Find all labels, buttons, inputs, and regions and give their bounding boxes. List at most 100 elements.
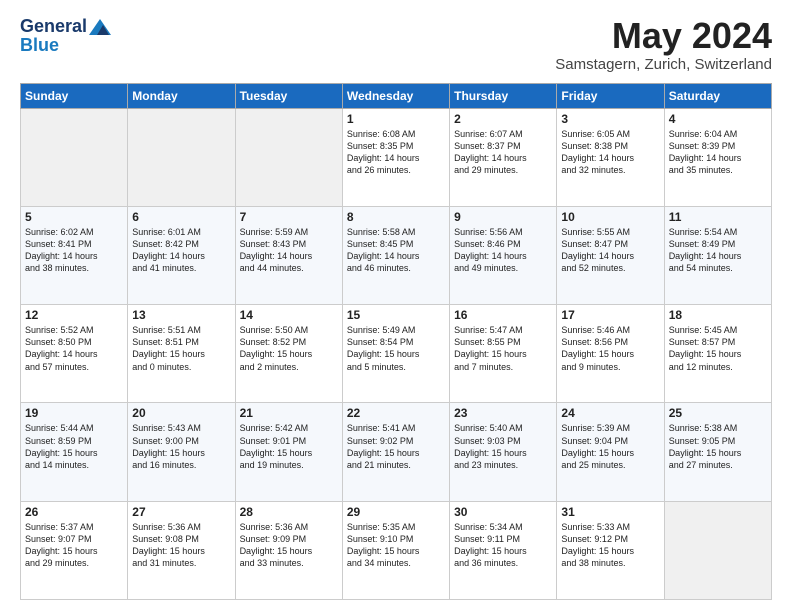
day-number: 8 [347,210,445,224]
calendar-cell [21,108,128,206]
day-info: Sunrise: 5:58 AM Sunset: 8:45 PM Dayligh… [347,226,445,275]
weekday-header-friday: Friday [557,83,664,108]
day-number: 17 [561,308,659,322]
day-number: 1 [347,112,445,126]
weekday-header-sunday: Sunday [21,83,128,108]
calendar-cell: 15 Sunrise: 5:49 AM Sunset: 8:54 PM Dayli… [342,305,449,403]
day-info: Sunrise: 5:42 AM Sunset: 9:01 PM Dayligh… [240,422,338,471]
day-info: Sunrise: 5:36 AM Sunset: 9:09 PM Dayligh… [240,521,338,570]
day-info: Sunrise: 5:39 AM Sunset: 9:04 PM Dayligh… [561,422,659,471]
calendar-cell: 29 Sunrise: 5:35 AM Sunset: 9:10 PM Dayli… [342,501,449,599]
day-number: 19 [25,406,123,420]
calendar-cell: 11 Sunrise: 5:54 AM Sunset: 8:49 PM Dayli… [664,206,771,304]
calendar-cell: 31Sunrise: 5:33 AM Sunset: 9:12 PM Dayli… [557,501,664,599]
calendar-cell: 24 Sunrise: 5:39 AM Sunset: 9:04 PM Dayli… [557,403,664,501]
calendar-cell: 6 Sunrise: 6:01 AM Sunset: 8:42 PM Daylig… [128,206,235,304]
calendar-cell [664,501,771,599]
calendar-cell: 1 Sunrise: 6:08 AM Sunset: 8:35 PM Daylig… [342,108,449,206]
day-number: 21 [240,406,338,420]
day-number: 27 [132,505,230,519]
day-number: 24 [561,406,659,420]
calendar-cell: 28 Sunrise: 5:36 AM Sunset: 9:09 PM Dayli… [235,501,342,599]
day-info: Sunrise: 5:54 AM Sunset: 8:49 PM Dayligh… [669,226,767,275]
day-info: Sunrise: 6:07 AM Sunset: 8:37 PM Dayligh… [454,128,552,177]
calendar-cell: 14Sunrise: 5:50 AM Sunset: 8:52 PM Dayli… [235,305,342,403]
calendar-cell: 10 Sunrise: 5:55 AM Sunset: 8:47 PM Dayli… [557,206,664,304]
day-number: 25 [669,406,767,420]
calendar-cell: 3Sunrise: 6:05 AM Sunset: 8:38 PM Daylig… [557,108,664,206]
day-number: 15 [347,308,445,322]
day-number: 23 [454,406,552,420]
weekday-header-monday: Monday [128,83,235,108]
day-number: 22 [347,406,445,420]
week-row-2: 5Sunrise: 6:02 AM Sunset: 8:41 PM Daylig… [21,206,772,304]
location: Samstagern, Zurich, Switzerland [555,56,772,73]
day-info: Sunrise: 5:51 AM Sunset: 8:51 PM Dayligh… [132,324,230,373]
day-info: Sunrise: 6:08 AM Sunset: 8:35 PM Dayligh… [347,128,445,177]
day-number: 30 [454,505,552,519]
logo-blue: Blue [20,35,59,56]
calendar-cell: 17 Sunrise: 5:46 AM Sunset: 8:56 PM Dayli… [557,305,664,403]
calendar-cell: 7 Sunrise: 5:59 AM Sunset: 8:43 PM Daylig… [235,206,342,304]
day-info: Sunrise: 5:47 AM Sunset: 8:55 PM Dayligh… [454,324,552,373]
calendar-table: SundayMondayTuesdayWednesdayThursdayFrid… [20,83,772,600]
day-number: 12 [25,308,123,322]
day-number: 7 [240,210,338,224]
day-info: Sunrise: 5:44 AM Sunset: 8:59 PM Dayligh… [25,422,123,471]
day-number: 6 [132,210,230,224]
day-info: Sunrise: 6:01 AM Sunset: 8:42 PM Dayligh… [132,226,230,275]
day-number: 29 [347,505,445,519]
day-info: Sunrise: 5:50 AM Sunset: 8:52 PM Dayligh… [240,324,338,373]
week-row-1: 1 Sunrise: 6:08 AM Sunset: 8:35 PM Daylig… [21,108,772,206]
day-number: 2 [454,112,552,126]
calendar-cell: 8 Sunrise: 5:58 AM Sunset: 8:45 PM Daylig… [342,206,449,304]
day-info: Sunrise: 5:52 AM Sunset: 8:50 PM Dayligh… [25,324,123,373]
day-number: 11 [669,210,767,224]
calendar-cell [235,108,342,206]
title-block: May 2024 Samstagern, Zurich, Switzerland [555,16,772,73]
weekday-header-saturday: Saturday [664,83,771,108]
calendar-cell: 16 Sunrise: 5:47 AM Sunset: 8:55 PM Dayli… [450,305,557,403]
page: General Blue May 2024 Samstagern, Zurich… [0,0,792,612]
calendar-cell: 21 Sunrise: 5:42 AM Sunset: 9:01 PM Dayli… [235,403,342,501]
day-number: 28 [240,505,338,519]
calendar-cell: 30 Sunrise: 5:34 AM Sunset: 9:11 PM Dayli… [450,501,557,599]
calendar-cell: 27 Sunrise: 5:36 AM Sunset: 9:08 PM Dayli… [128,501,235,599]
calendar-cell [128,108,235,206]
day-info: Sunrise: 6:02 AM Sunset: 8:41 PM Dayligh… [25,226,123,275]
day-info: Sunrise: 6:04 AM Sunset: 8:39 PM Dayligh… [669,128,767,177]
calendar-cell: 13Sunrise: 5:51 AM Sunset: 8:51 PM Dayli… [128,305,235,403]
week-row-3: 12 Sunrise: 5:52 AM Sunset: 8:50 PM Dayli… [21,305,772,403]
day-number: 9 [454,210,552,224]
logo: General Blue [20,16,111,56]
day-info: Sunrise: 5:46 AM Sunset: 8:56 PM Dayligh… [561,324,659,373]
day-info: Sunrise: 6:05 AM Sunset: 8:38 PM Dayligh… [561,128,659,177]
day-number: 18 [669,308,767,322]
calendar-cell: 2 Sunrise: 6:07 AM Sunset: 8:37 PM Daylig… [450,108,557,206]
day-info: Sunrise: 5:59 AM Sunset: 8:43 PM Dayligh… [240,226,338,275]
day-info: Sunrise: 5:45 AM Sunset: 8:57 PM Dayligh… [669,324,767,373]
day-info: Sunrise: 5:38 AM Sunset: 9:05 PM Dayligh… [669,422,767,471]
calendar-cell: 25 Sunrise: 5:38 AM Sunset: 9:05 PM Dayli… [664,403,771,501]
day-info: Sunrise: 5:36 AM Sunset: 9:08 PM Dayligh… [132,521,230,570]
day-number: 4 [669,112,767,126]
logo-icon [89,19,111,35]
day-info: Sunrise: 5:55 AM Sunset: 8:47 PM Dayligh… [561,226,659,275]
calendar-cell: 20Sunrise: 5:43 AM Sunset: 9:00 PM Dayli… [128,403,235,501]
calendar-cell: 26Sunrise: 5:37 AM Sunset: 9:07 PM Dayli… [21,501,128,599]
weekday-header-row: SundayMondayTuesdayWednesdayThursdayFrid… [21,83,772,108]
weekday-header-tuesday: Tuesday [235,83,342,108]
day-info: Sunrise: 5:34 AM Sunset: 9:11 PM Dayligh… [454,521,552,570]
calendar-cell: 19 Sunrise: 5:44 AM Sunset: 8:59 PM Dayli… [21,403,128,501]
week-row-4: 19 Sunrise: 5:44 AM Sunset: 8:59 PM Dayli… [21,403,772,501]
day-info: Sunrise: 5:37 AM Sunset: 9:07 PM Dayligh… [25,521,123,570]
day-info: Sunrise: 5:35 AM Sunset: 9:10 PM Dayligh… [347,521,445,570]
week-row-5: 26Sunrise: 5:37 AM Sunset: 9:07 PM Dayli… [21,501,772,599]
day-number: 16 [454,308,552,322]
day-number: 10 [561,210,659,224]
day-info: Sunrise: 5:49 AM Sunset: 8:54 PM Dayligh… [347,324,445,373]
calendar-cell: 9Sunrise: 5:56 AM Sunset: 8:46 PM Daylig… [450,206,557,304]
weekday-header-wednesday: Wednesday [342,83,449,108]
calendar-cell: 5Sunrise: 6:02 AM Sunset: 8:41 PM Daylig… [21,206,128,304]
calendar-cell: 4 Sunrise: 6:04 AM Sunset: 8:39 PM Daylig… [664,108,771,206]
